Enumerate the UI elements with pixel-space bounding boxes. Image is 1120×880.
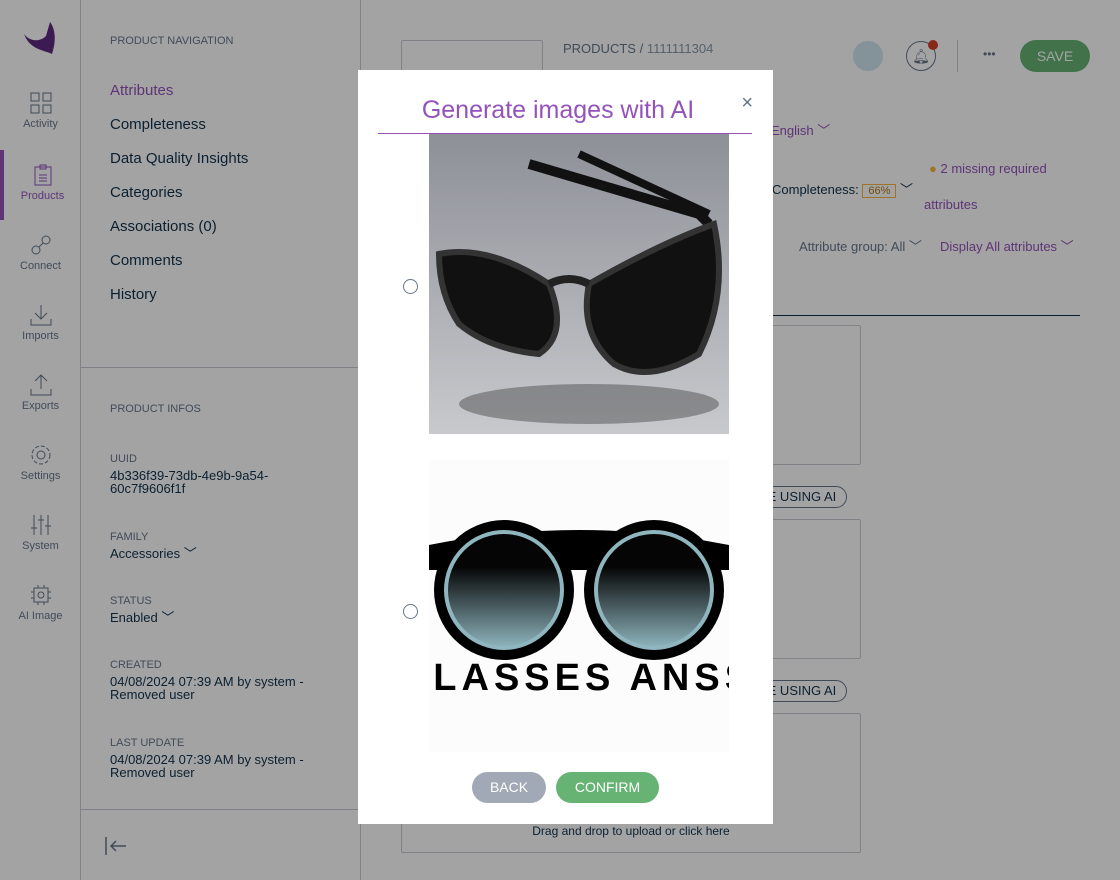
close-icon[interactable]: × bbox=[741, 92, 753, 115]
generate-images-modal: Generate images with AI × SLASSES ANSS B… bbox=[358, 70, 773, 824]
generated-image-2[interactable]: SLASSES ANSS bbox=[429, 460, 729, 752]
image-option-radio-1[interactable] bbox=[403, 279, 418, 294]
generated-image-1[interactable] bbox=[429, 134, 729, 434]
image-option-radio-2[interactable] bbox=[403, 604, 418, 619]
back-button[interactable]: BACK bbox=[472, 772, 546, 803]
modal-title: Generate images with AI bbox=[421, 96, 695, 124]
image-lettering: SLASSES ANSS bbox=[429, 657, 729, 699]
confirm-button[interactable]: CONFIRM bbox=[556, 772, 659, 803]
